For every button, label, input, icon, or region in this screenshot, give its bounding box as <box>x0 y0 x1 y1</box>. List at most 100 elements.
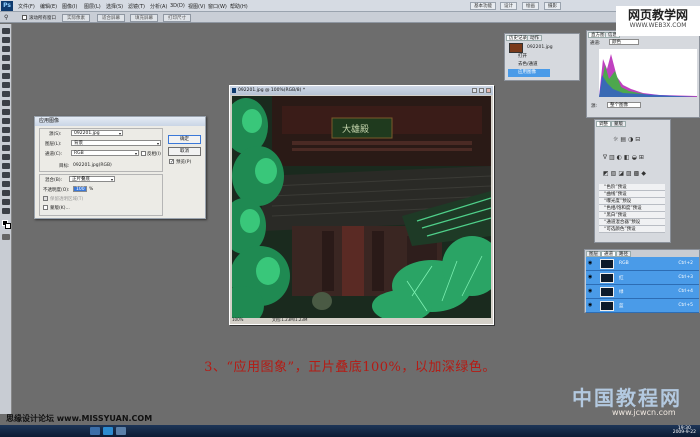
healing-brush-tool-icon[interactable] <box>2 82 10 88</box>
preset-hue-saturation[interactable]: “色相/饱和度”预设 <box>599 205 665 212</box>
preset-levels[interactable]: “色阶”预设 <box>599 184 665 191</box>
quick-mask-tool-icon[interactable] <box>2 234 10 240</box>
mask-checkbox[interactable] <box>43 205 48 210</box>
maximize-icon[interactable] <box>479 88 484 93</box>
scroll-all-windows-checkbox[interactable] <box>22 15 27 20</box>
pen-tool-icon[interactable] <box>2 154 10 160</box>
dialog-title: 应用图像 <box>35 117 205 126</box>
menu-analysis[interactable]: 分析(A) <box>150 3 167 10</box>
eye-icon[interactable]: ◉ <box>588 261 594 266</box>
lasso-tool-icon[interactable] <box>2 46 10 52</box>
eye-icon[interactable]: ◉ <box>588 275 594 280</box>
workspace-design-button[interactable]: 设计 <box>500 2 517 10</box>
move-tool-icon[interactable] <box>2 28 10 34</box>
3d-rotate-tool-icon[interactable] <box>2 190 10 196</box>
brush-tool-icon[interactable] <box>2 91 10 97</box>
taskbar-folder-icon[interactable] <box>90 427 100 435</box>
print-size-button[interactable]: 打印尺寸 <box>163 14 191 22</box>
magic-wand-tool-icon[interactable] <box>2 55 10 61</box>
shape-tool-icon[interactable] <box>2 181 10 187</box>
adjustment-icons-row-2[interactable]: ∇▥◐◧◒⊞ <box>603 154 646 161</box>
crop-tool-icon[interactable] <box>2 64 10 70</box>
taskbar-app-icon[interactable] <box>116 427 126 435</box>
blending-select[interactable]: 正片叠底 ▾ <box>69 176 115 182</box>
history-item-apply-image[interactable]: 应用图像 <box>508 69 550 77</box>
invert-checkbox[interactable] <box>141 151 146 156</box>
hand-tool-icon[interactable] <box>2 199 10 205</box>
channel-select[interactable]: RGB ▾ <box>71 150 139 156</box>
adjustment-icons-row-1[interactable]: ☼▤◑⊟ <box>613 136 642 143</box>
eyedropper-tool-icon[interactable] <box>2 73 10 79</box>
menu-file[interactable]: 文件(F) <box>18 3 35 10</box>
preset-curves[interactable]: “曲线”预设 <box>599 191 665 198</box>
workspace-photography-button[interactable]: 摄影 <box>544 2 561 10</box>
eye-icon[interactable]: ◉ <box>588 303 594 308</box>
adjustment-icons-row-3[interactable]: ◩▧◪▨▩◆ <box>603 170 648 177</box>
path-selection-tool-icon[interactable] <box>2 172 10 178</box>
snapshot-thumbnail[interactable] <box>509 43 523 53</box>
marquee-tool-icon[interactable] <box>2 37 10 43</box>
app-icon[interactable]: Ps <box>1 1 13 11</box>
eraser-tool-icon[interactable] <box>2 118 10 124</box>
cancel-button[interactable]: 取消 <box>168 147 201 156</box>
taskbar-ie-icon[interactable] <box>103 427 113 435</box>
preset-channel-mixer[interactable]: “通道混合器”预设 <box>599 219 665 226</box>
menu-layer[interactable]: 图层(L) <box>84 3 101 10</box>
zoom-readout[interactable]: 100% <box>232 317 243 322</box>
eye-icon[interactable]: ◉ <box>588 289 594 294</box>
menu-select[interactable]: 选择(S) <box>106 3 123 10</box>
menu-view[interactable]: 视图(V) <box>188 3 205 10</box>
menu-image[interactable]: 图像(I) <box>62 3 77 10</box>
preset-selective-color[interactable]: “可选颜色”预设 <box>599 226 665 233</box>
channel-row[interactable]: ◉ 绿 Ctrl+4 <box>586 285 699 299</box>
menu-help[interactable]: 帮助(H) <box>230 3 248 10</box>
tab-adjustments[interactable]: 调整 <box>596 121 611 127</box>
opacity-input[interactable]: 100 <box>73 186 87 192</box>
histogram-source-select[interactable]: 整个图像 <box>607 102 641 108</box>
zoom-tool-icon[interactable] <box>2 208 10 214</box>
workspace-painting-button[interactable]: 绘画 <box>522 2 539 10</box>
preserve-transparency-checkbox[interactable] <box>43 196 48 201</box>
tab-masks[interactable]: 蒙版 <box>611 121 626 127</box>
taskbar-clock[interactable]: 19:30 2009-9-22 <box>673 426 696 435</box>
type-tool-icon[interactable] <box>2 163 10 169</box>
actual-pixels-button[interactable]: 实际像素 <box>62 14 90 22</box>
channel-label: 通道(C): <box>45 152 63 157</box>
background-color-swatch[interactable] <box>5 223 11 229</box>
preset-exposure[interactable]: “曝光度”预设 <box>599 198 665 205</box>
workspace-essentials-button[interactable]: 基本功能 <box>470 2 496 10</box>
target-value: 092201.jpg(RGB) <box>73 163 112 168</box>
dodge-tool-icon[interactable] <box>2 145 10 151</box>
snapshot-name[interactable]: 092201.jpg <box>527 45 553 50</box>
watermark-bottom-url: www.jcwcn.com <box>612 408 676 417</box>
ok-button[interactable]: 确定 <box>168 135 201 144</box>
source-select[interactable]: 092201.jpg ▾ <box>71 130 123 136</box>
preview-checkbox[interactable]: ✓ <box>169 159 174 165</box>
fill-screen-button[interactable]: 填充屏幕 <box>130 14 158 22</box>
menu-edit[interactable]: 编辑(E) <box>40 3 57 10</box>
document-canvas-image[interactable]: 大雄殿 <box>232 96 491 318</box>
history-brush-tool-icon[interactable] <box>2 109 10 115</box>
tab-actions[interactable]: 动作 <box>527 35 542 41</box>
gradient-tool-icon[interactable] <box>2 127 10 133</box>
menu-window[interactable]: 窗口(W) <box>208 3 227 10</box>
history-item-desaturate[interactable]: 去色/通道 <box>508 61 550 69</box>
history-item-open[interactable]: 打开 <box>508 53 550 61</box>
channel-row[interactable]: ◉ RGB Ctrl+2 <box>586 257 699 271</box>
clone-stamp-tool-icon[interactable] <box>2 100 10 106</box>
channel-thumbnail <box>600 273 614 283</box>
blur-tool-icon[interactable] <box>2 136 10 142</box>
fit-screen-button[interactable]: 适合屏幕 <box>97 14 125 22</box>
minimize-icon[interactable] <box>472 88 477 93</box>
channel-row[interactable]: ◉ 蓝 Ctrl+5 <box>586 299 699 313</box>
preset-black-white[interactable]: “黑白”预设 <box>599 212 665 219</box>
close-icon[interactable] <box>486 88 491 93</box>
menu-filter[interactable]: 滤镜(T) <box>128 3 145 10</box>
menu-3d[interactable]: 3D(D) <box>170 3 185 9</box>
channel-row[interactable]: ◉ 红 Ctrl+3 <box>586 271 699 285</box>
zoom-tool-icon[interactable]: ⚲ <box>4 14 8 21</box>
channel-shortcut: Ctrl+2 <box>678 261 693 266</box>
layer-select[interactable]: 背景 ▾ <box>71 140 161 146</box>
channel-name: 蓝 <box>619 304 624 309</box>
histogram-channel-select[interactable]: 颜色 <box>609 39 639 45</box>
